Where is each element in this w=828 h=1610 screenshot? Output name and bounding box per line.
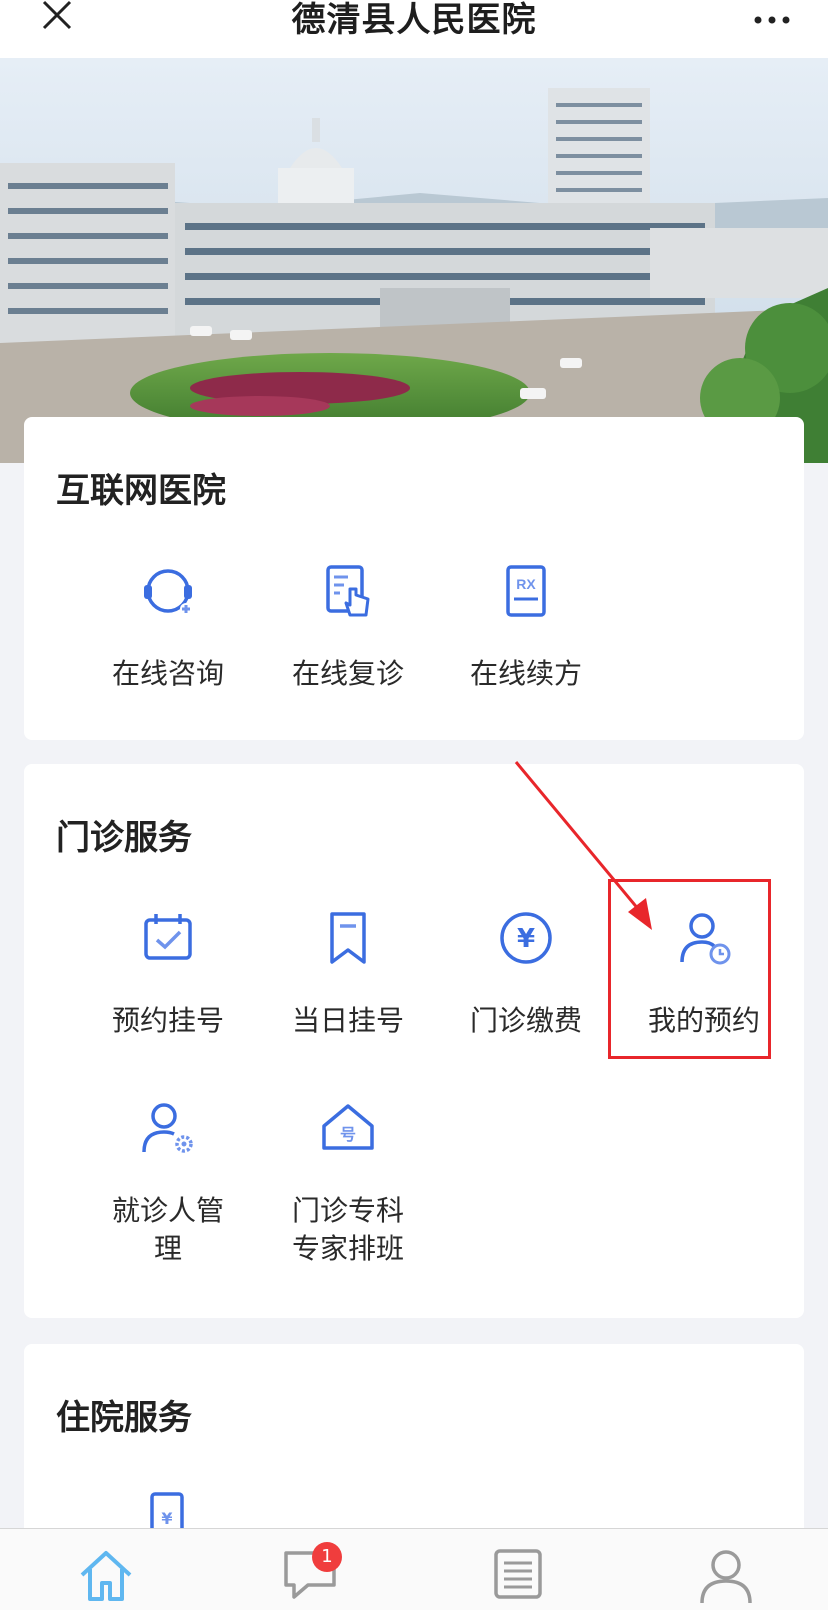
svg-text:RX: RX: [516, 576, 536, 592]
section-title: 互联网医院: [56, 471, 226, 511]
more-icon[interactable]: [754, 10, 790, 24]
svg-text:¥: ¥: [161, 1509, 172, 1528]
service-label: 在线复诊: [291, 657, 404, 690]
profile-icon: [700, 1550, 752, 1604]
service-patient-management[interactable]: 就诊人管理: [78, 1100, 258, 1280]
section-internet-hospital: 互联网医院 在线咨询 在线复诊 RX 在线续方: [24, 417, 804, 740]
service-appointment[interactable]: 预约挂号: [78, 910, 258, 1050]
section-inpatient: 住院服务 ¥: [24, 1344, 804, 1544]
service-label: 在线续方: [469, 657, 582, 690]
section-title: 住院服务: [56, 1398, 192, 1438]
service-same-day[interactable]: 当日挂号: [258, 910, 438, 1050]
bookmark-icon: [320, 910, 376, 966]
annotation-highlight-box: [608, 879, 771, 1059]
service-label: 预约挂号: [111, 1004, 224, 1037]
service-label: 门诊缴费: [469, 1004, 582, 1037]
hospital-banner: [0, 58, 828, 463]
list-icon: [494, 1549, 542, 1599]
calendar-check-icon: [140, 910, 196, 966]
svg-text:¥: ¥: [517, 924, 535, 954]
service-online-consult[interactable]: 在线咨询: [78, 563, 258, 703]
headset-icon: [140, 563, 196, 619]
tab-home[interactable]: [76, 1545, 136, 1605]
service-online-revisit[interactable]: 在线复诊: [258, 563, 438, 703]
user-gear-icon: [140, 1100, 196, 1156]
yuan-coin-icon: ¥: [498, 910, 554, 966]
section-title: 门诊服务: [56, 818, 192, 858]
home-icon: [80, 1551, 132, 1601]
service-label: 在线咨询: [111, 657, 224, 690]
touch-document-icon: [320, 563, 376, 619]
svg-text:号: 号: [340, 1125, 356, 1144]
bottom-tab-bar: [0, 1528, 828, 1610]
top-navigation-bar: 德清县人民医院: [0, 0, 828, 58]
message-badge: 1: [312, 1542, 342, 1572]
service-label: 门诊专科专家排班: [291, 1194, 404, 1265]
service-expert-schedule[interactable]: 号 门诊专科专家排班: [258, 1100, 438, 1280]
rx-prescription-icon: RX: [498, 563, 554, 619]
service-payment[interactable]: ¥ 门诊缴费: [436, 910, 616, 1050]
service-label: 就诊人管理: [111, 1194, 224, 1265]
service-online-refill[interactable]: RX 在线续方: [436, 563, 616, 703]
service-label: 当日挂号: [291, 1004, 404, 1037]
house-number-icon: 号: [320, 1100, 376, 1156]
page-title: 德清县人民医院: [291, 0, 537, 40]
tab-list[interactable]: [488, 1545, 548, 1605]
tab-profile[interactable]: [696, 1545, 756, 1605]
